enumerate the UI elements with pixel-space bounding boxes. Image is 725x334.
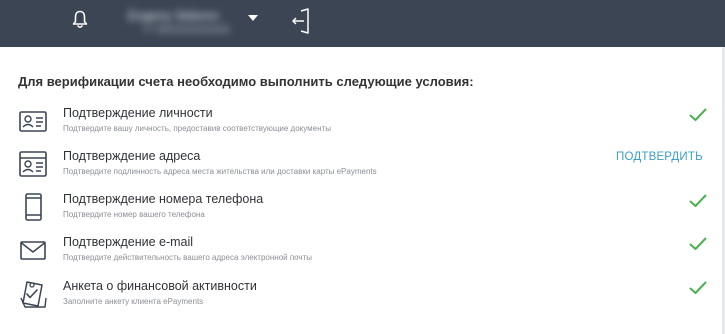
item-description: Подтвердите номер вашего телефона [63,210,205,219]
id-card-icon [19,111,47,132]
top-bar: Evgeny Sidorov +7 9XXXXXXXXX [0,0,725,47]
verification-item-identity: Подтверждение личности Подтвердите вашу … [0,104,722,146]
item-title: Подтверждение e-mail [63,235,194,249]
envelope-icon [20,241,46,260]
item-description: Заполните анкету клиента ePayments [63,297,204,306]
check-icon [689,194,707,207]
verification-intro: Для верификации счета необходимо выполни… [18,74,474,89]
questionnaire-icon [20,281,47,308]
verification-item-questionnaire: Анкета о финансовой активности Заполните… [0,277,722,319]
item-description: Подтвердите действительность вашего адре… [63,253,313,262]
account-subtext: +7 9XXXXXXXXX [142,24,230,36]
item-title: Анкета о финансовой активности [63,279,257,293]
address-card-icon [19,151,47,177]
verification-item-address: Подтверждение адреса Подтвердите подлинн… [0,147,722,189]
phone-icon [25,193,42,221]
check-icon [689,237,707,250]
item-title: Подтверждение личности [63,106,213,120]
chevron-down-icon[interactable] [248,14,258,22]
account-name: Evgeny Sidorov [128,8,220,23]
item-title: Подтверждение адреса [63,149,201,163]
item-description: Подтвердите вашу личность, предоставив с… [63,124,331,133]
check-icon [689,108,707,121]
verification-item-phone: Подтверждение номера телефона Подтвердит… [0,190,722,232]
item-description: Подтвердите подлинность адреса места жит… [63,167,377,176]
verification-item-email: Подтверждение e-mail Подтвердите действи… [0,233,722,275]
confirm-address-button[interactable]: ПОДТВЕРДИТЬ [616,151,703,163]
item-title: Подтверждение номера телефона [63,192,264,206]
check-icon [689,281,707,294]
account-menu[interactable]: Evgeny Sidorov +7 9XXXXXXXXX [120,6,250,40]
logout-icon[interactable] [292,8,312,34]
bell-icon[interactable] [72,10,88,30]
